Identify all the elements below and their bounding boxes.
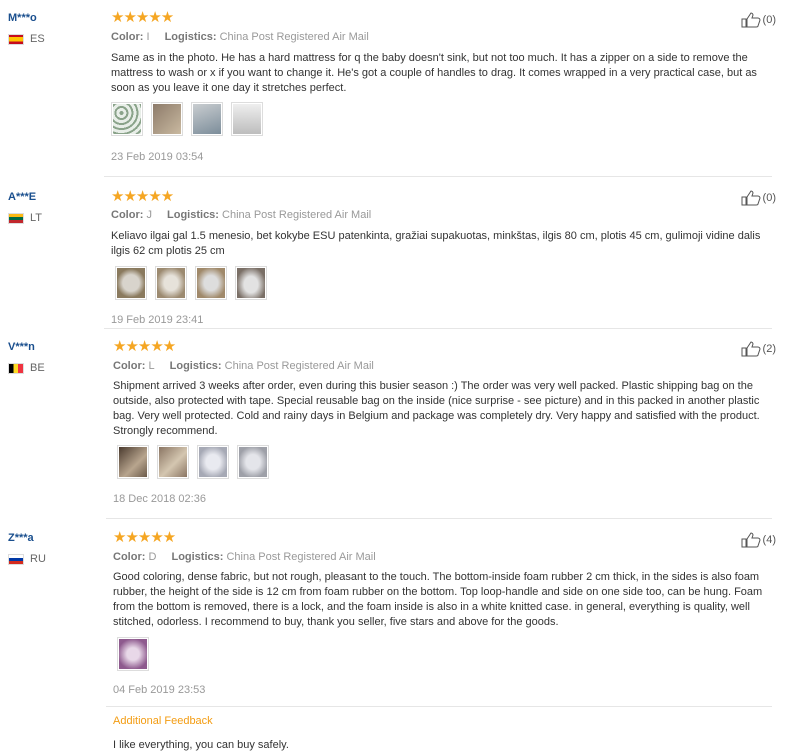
- review-photo[interactable]: [157, 445, 189, 479]
- thumbs-up-icon: [741, 341, 761, 357]
- review-meta: Color: L Logistics: China Post Registere…: [113, 360, 374, 372]
- additional-feedback-title: Additional Feedback: [113, 715, 213, 727]
- star-rating: ★★★★★: [113, 529, 176, 546]
- review-photo[interactable]: [111, 102, 143, 136]
- country-code: BE: [30, 362, 45, 374]
- like-count: (0): [762, 192, 776, 204]
- flag-lt-icon: [8, 212, 24, 224]
- review-photo[interactable]: [195, 266, 227, 300]
- review-photo[interactable]: [191, 102, 223, 136]
- thumbs-up-icon: [741, 12, 761, 28]
- review-date: 23 Feb 2019 03:54: [111, 151, 204, 163]
- country-code: RU: [30, 553, 46, 565]
- review-photo[interactable]: [231, 102, 263, 136]
- like-count: (0): [762, 14, 776, 26]
- reviewer-name: Z***a: [8, 532, 34, 544]
- flag-es-icon: [8, 33, 24, 45]
- review-photo[interactable]: [197, 445, 229, 479]
- reviewer-country: RU: [8, 553, 46, 565]
- thumbs-up-icon: [741, 190, 761, 206]
- like-button[interactable]: (0): [741, 12, 776, 28]
- review-photo[interactable]: [155, 266, 187, 300]
- review-text: Good coloring, dense fabric, but not rou…: [113, 571, 763, 628]
- like-button[interactable]: (0): [741, 190, 776, 206]
- review-meta: Color: J Logistics: China Post Registere…: [111, 209, 372, 221]
- review-text: Shipment arrived 3 weeks after order, ev…: [113, 380, 760, 437]
- thumbs-up-icon: [741, 532, 761, 548]
- review-photo[interactable]: [237, 445, 269, 479]
- flag-ru-icon: [8, 553, 24, 565]
- review-date: 19 Feb 2019 23:41: [111, 314, 204, 326]
- review-photos: [117, 637, 149, 671]
- divider: [106, 706, 772, 707]
- reviewer-country: LT: [8, 212, 42, 224]
- review-date: 04 Feb 2019 23:53: [113, 684, 206, 696]
- flag-be-icon: [8, 362, 24, 374]
- review-photo[interactable]: [235, 266, 267, 300]
- additional-feedback-text: I like everything, you can buy safely.: [113, 739, 289, 751]
- review-text: Same as in the photo. He has a hard matt…: [111, 52, 757, 94]
- review-photo[interactable]: [151, 102, 183, 136]
- reviewer-country: ES: [8, 33, 45, 45]
- divider: [104, 176, 772, 177]
- review-meta: Color: D Logistics: China Post Registere…: [113, 551, 376, 563]
- like-count: (2): [762, 343, 776, 355]
- star-rating: ★★★★★: [113, 338, 176, 355]
- review-meta: Color: I Logistics: China Post Registere…: [111, 31, 369, 43]
- review-photos: [117, 445, 269, 479]
- like-button[interactable]: (2): [741, 341, 776, 357]
- like-button[interactable]: (4): [741, 532, 776, 548]
- like-count: (4): [762, 534, 776, 546]
- divider: [106, 518, 772, 519]
- review-text: Keliavo ilgai gal 1.5 menesio, bet kokyb…: [111, 230, 761, 257]
- reviewer-country: BE: [8, 362, 45, 374]
- review-photo[interactable]: [117, 637, 149, 671]
- star-rating: ★★★★★: [111, 188, 174, 205]
- review-date: 18 Dec 2018 02:36: [113, 493, 206, 505]
- reviewer-name: V***n: [8, 341, 35, 353]
- review-photo[interactable]: [117, 445, 149, 479]
- reviewer-name: A***E: [8, 191, 37, 203]
- country-code: LT: [30, 212, 43, 224]
- country-code: ES: [30, 33, 45, 45]
- reviewer-name: M***o: [8, 12, 37, 24]
- divider: [104, 328, 772, 329]
- review-photo[interactable]: [115, 266, 147, 300]
- review-photos: [115, 266, 267, 300]
- review-photos: [111, 102, 263, 136]
- star-rating: ★★★★★: [111, 9, 174, 26]
